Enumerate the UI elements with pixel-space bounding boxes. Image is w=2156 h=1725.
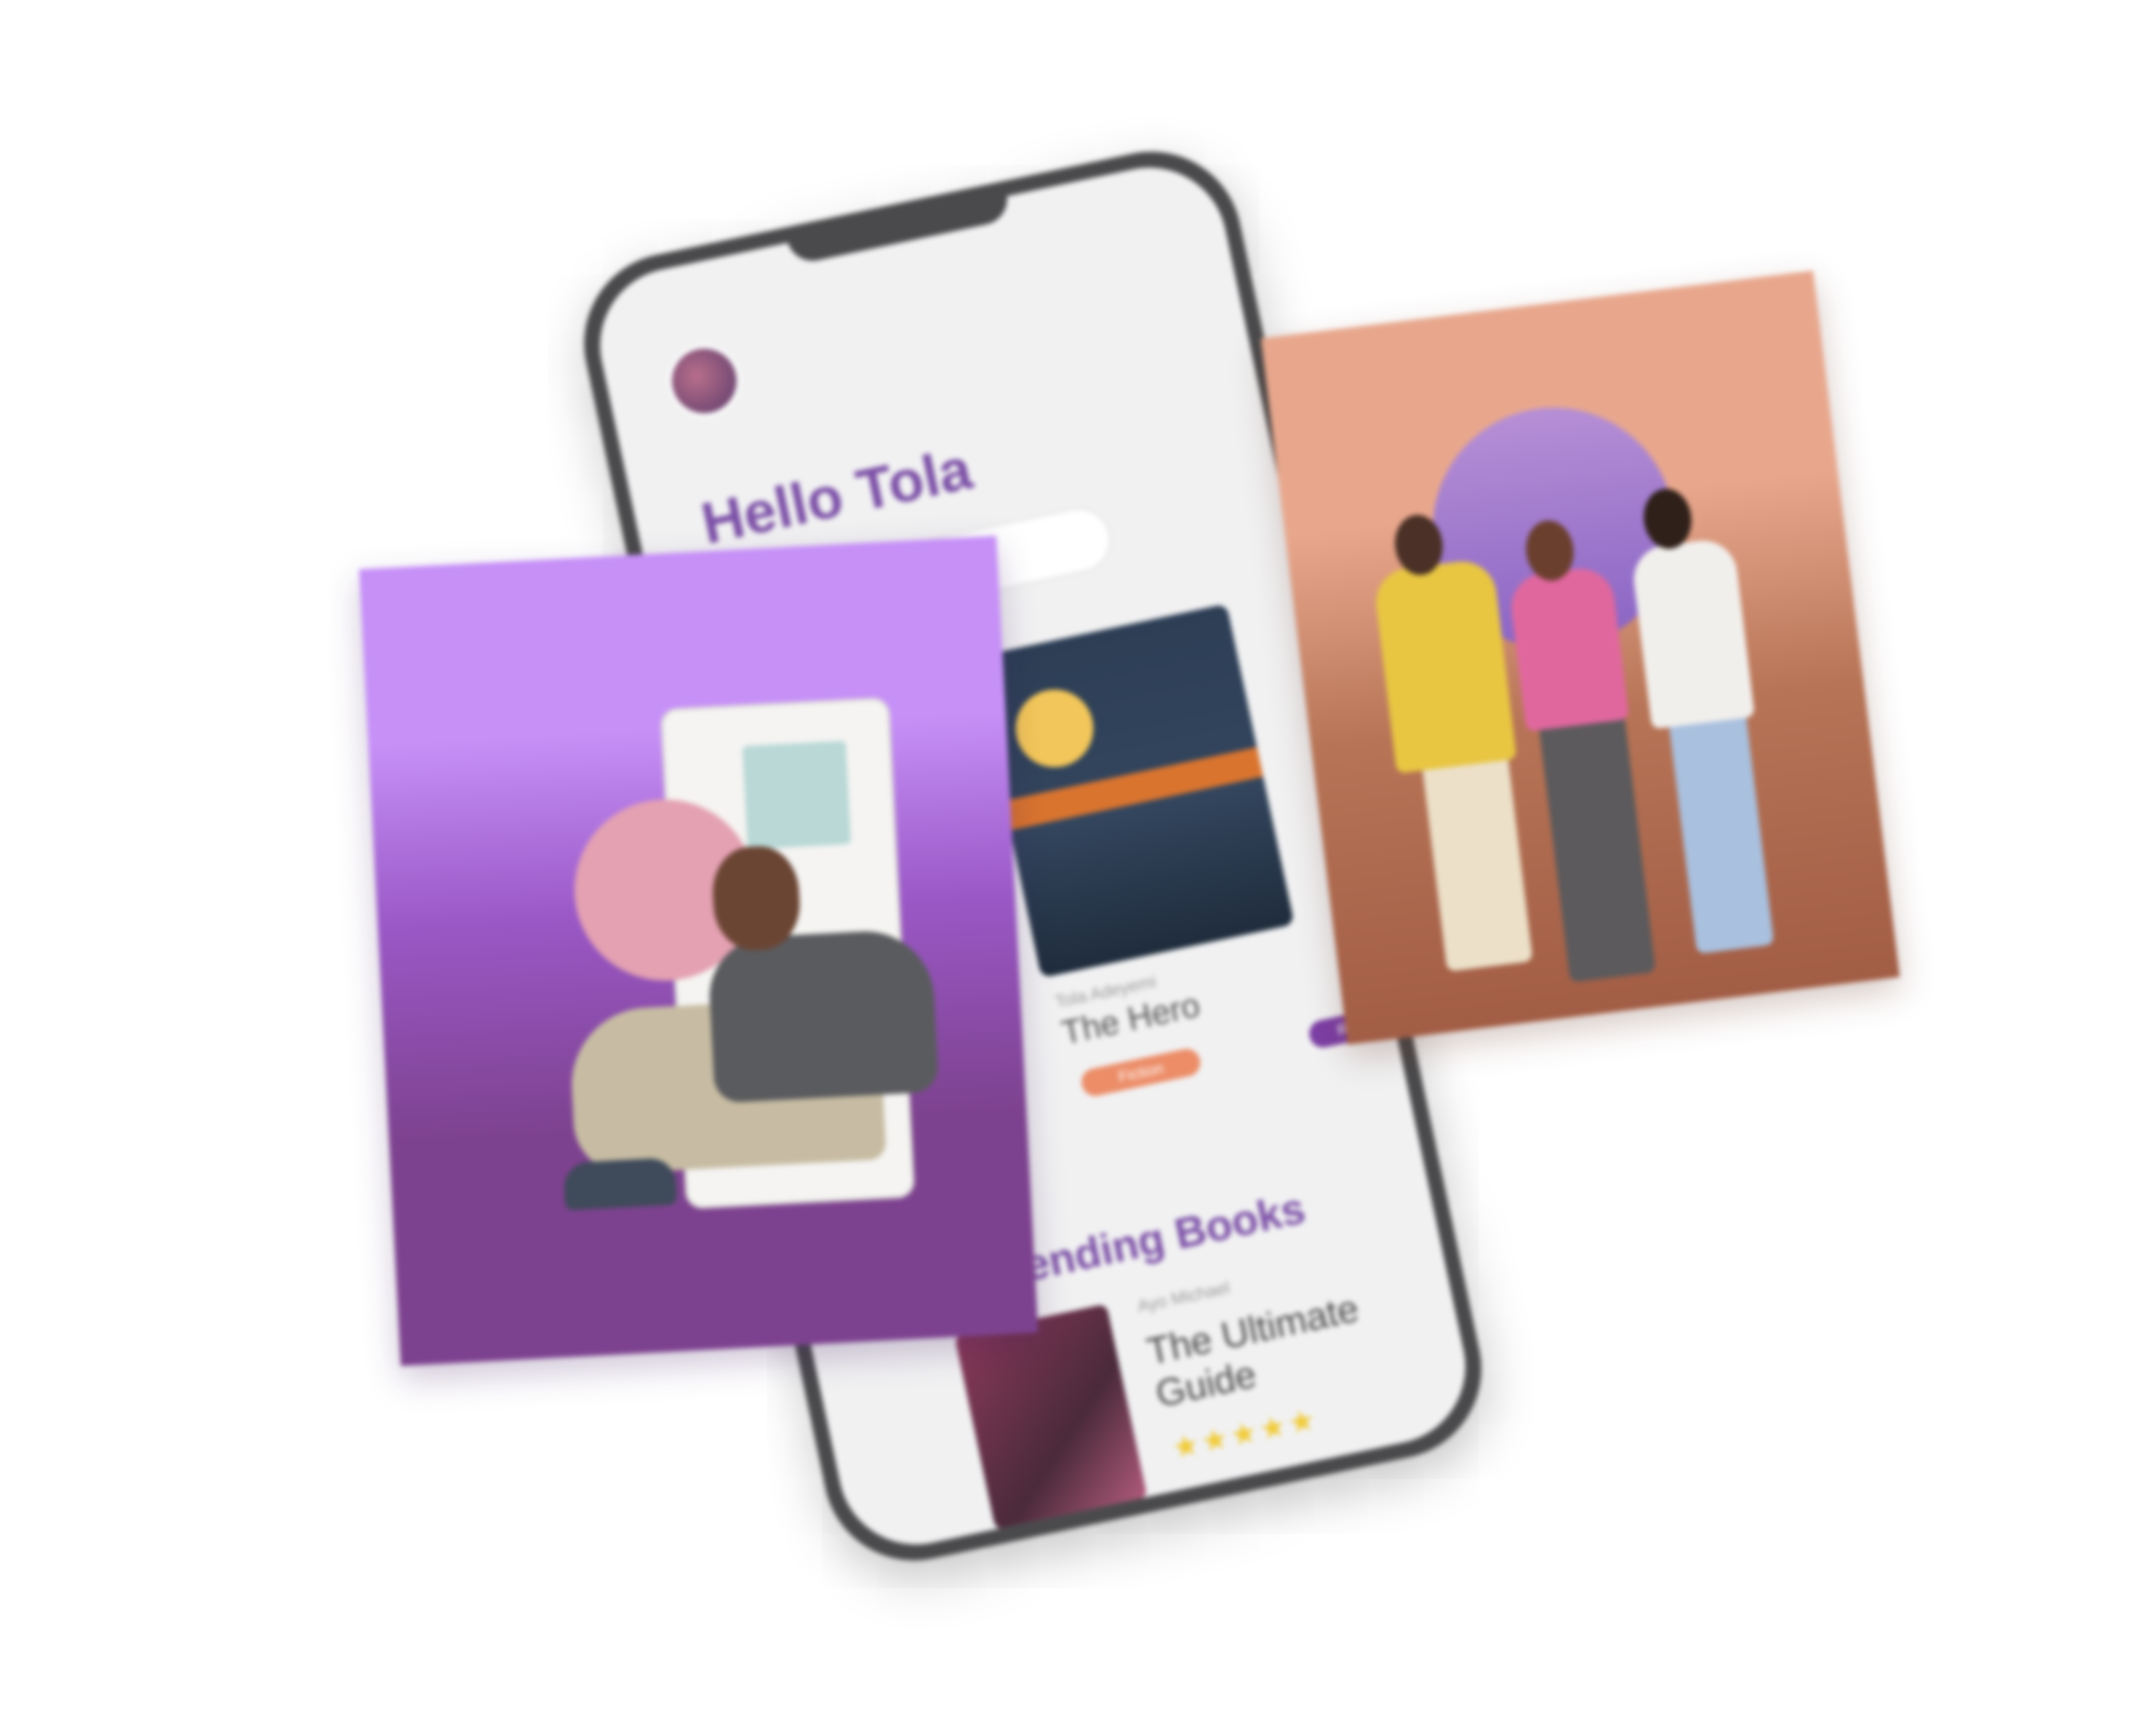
user-avatar[interactable] [661,338,747,423]
mockup-stage: Hello Tola Tola Adeyemi The Hero Fiction… [0,0,2156,1725]
illustration-shoe [563,1157,677,1211]
cover-sun-graphic [1008,682,1101,775]
purple-illustration-card [359,536,1038,1366]
list-item-author: Ayo Michael [1136,1278,1232,1316]
illustration-phone-panel [742,740,851,850]
list-item-cover[interactable] [954,1304,1148,1531]
rating-stars: ★★★★★ [1169,1402,1321,1465]
genre-chip[interactable]: Fiction [1079,1046,1203,1099]
illustration-person-shirt [706,928,939,1104]
orange-illustration-card [1261,270,1900,1045]
book-cover-featured[interactable] [973,603,1295,978]
